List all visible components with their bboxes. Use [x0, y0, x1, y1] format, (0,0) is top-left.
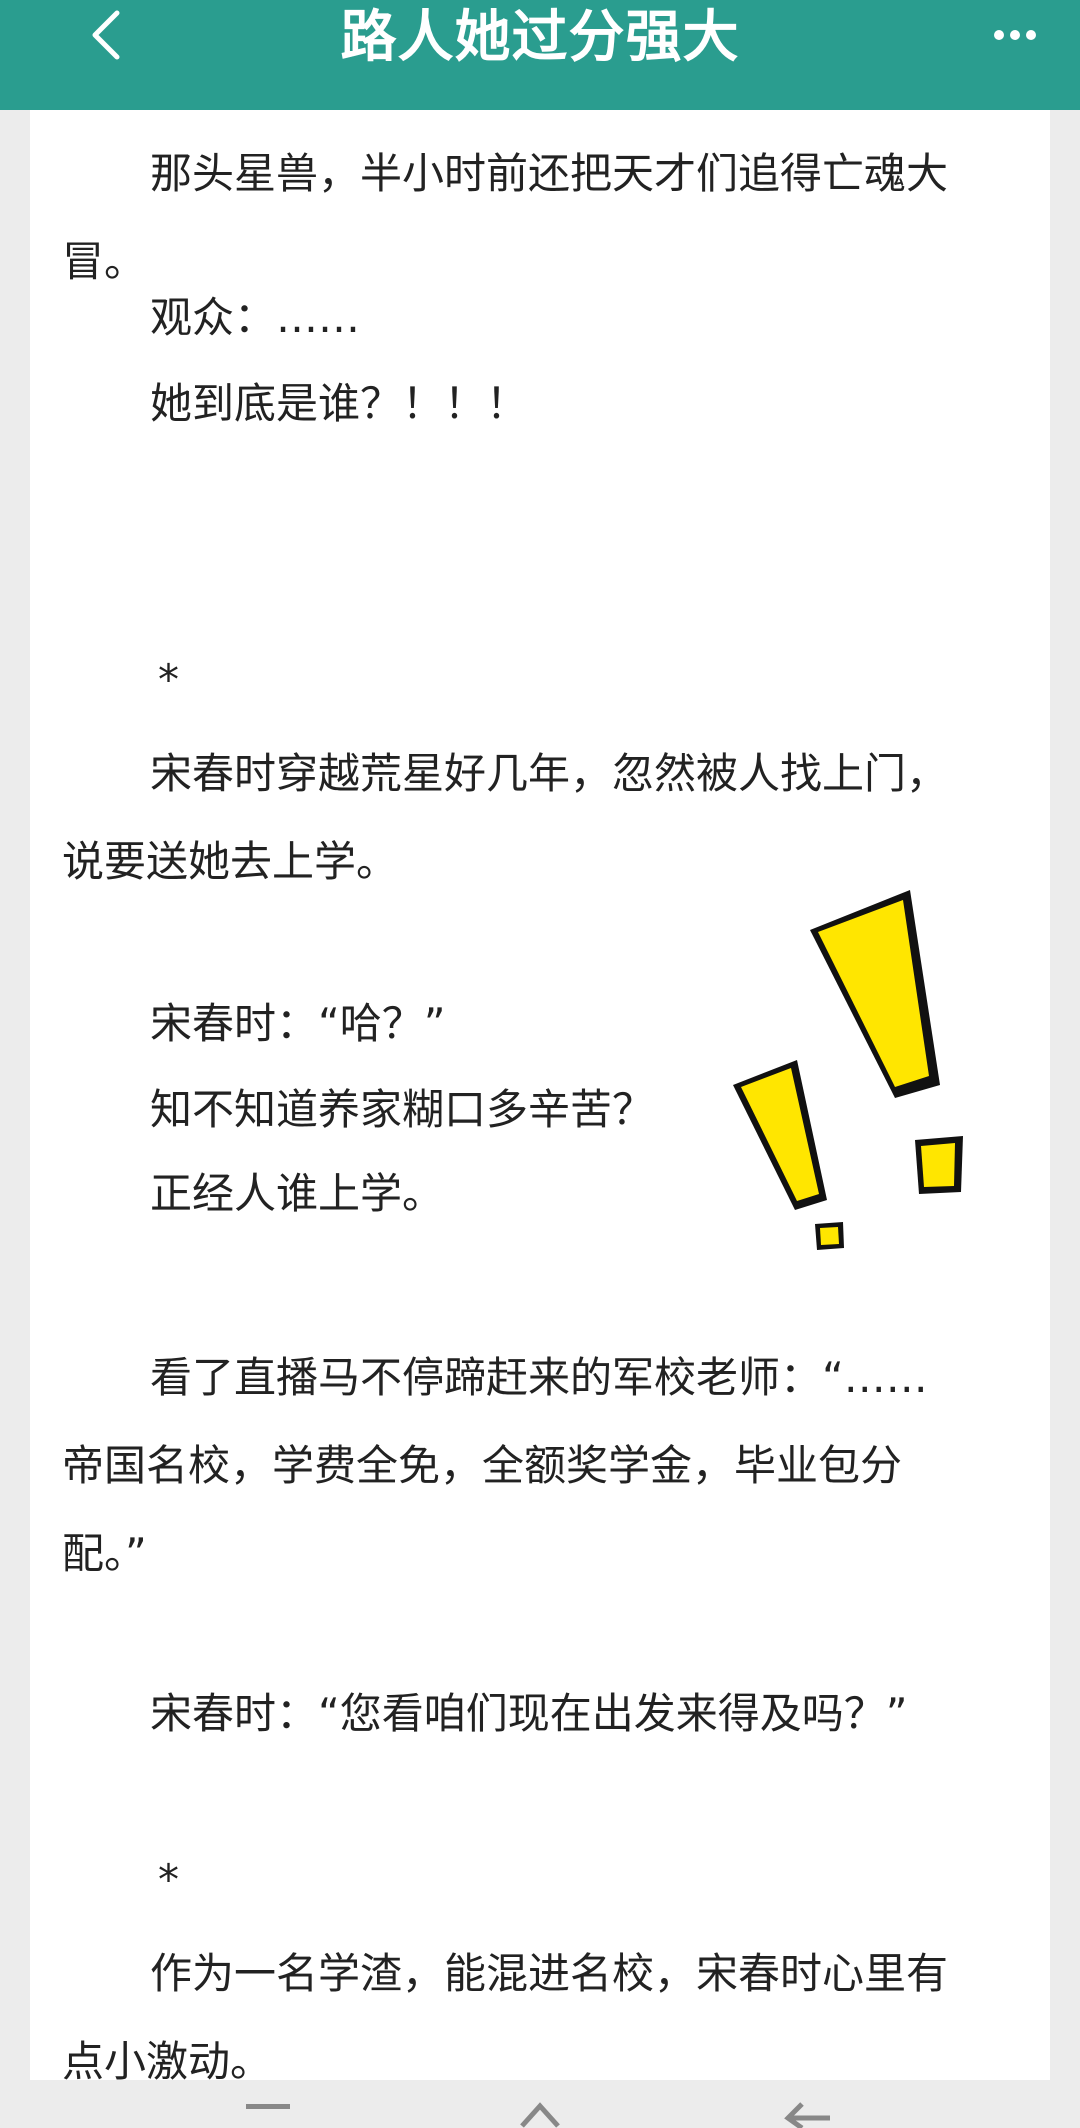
more-button[interactable]	[980, 10, 1050, 60]
paragraph-8: 看了直播马不停蹄赶来的军校老师：“…… 帝国名校，学费全免，全额奖学金，毕业包分…	[62, 1334, 1028, 1598]
text-line: 看了直播马不停蹄赶来的军校老师：“……	[150, 1353, 928, 1402]
text-line: 那头星兽，半小时前还把天才们追得亡魂大	[150, 149, 949, 198]
home-icon[interactable]	[510, 2098, 570, 2128]
paragraph-2: 观众：……	[150, 293, 361, 342]
page-title: 路人她过分强大	[340, 5, 740, 70]
top-app-bar: 路人她过分强大	[0, 0, 1080, 110]
bottom-nav-bar	[0, 2080, 1080, 2128]
back-icon[interactable]	[780, 2098, 840, 2128]
paragraph-3: 她到底是谁？！！！	[150, 379, 529, 428]
section-divider: *	[158, 1855, 179, 1904]
section-divider: *	[158, 655, 179, 704]
more-dots-icon	[994, 30, 1004, 40]
double-exclamation-sticker	[733, 890, 963, 1250]
text-line: 配。”	[62, 1529, 147, 1578]
text-line: 宋春时穿越荒星好几年，忽然被人找上门，	[150, 749, 949, 798]
text-line: 作为一名学渣，能混进名校，宋春时心里有	[150, 1949, 949, 1998]
menu-icon[interactable]	[238, 2098, 298, 2128]
text-line: 帝国名校，学费全免，全额奖学金，毕业包分	[62, 1441, 903, 1490]
paragraph-9: 宋春时：“您看咱们现在出发来得及吗？”	[150, 1689, 908, 1738]
